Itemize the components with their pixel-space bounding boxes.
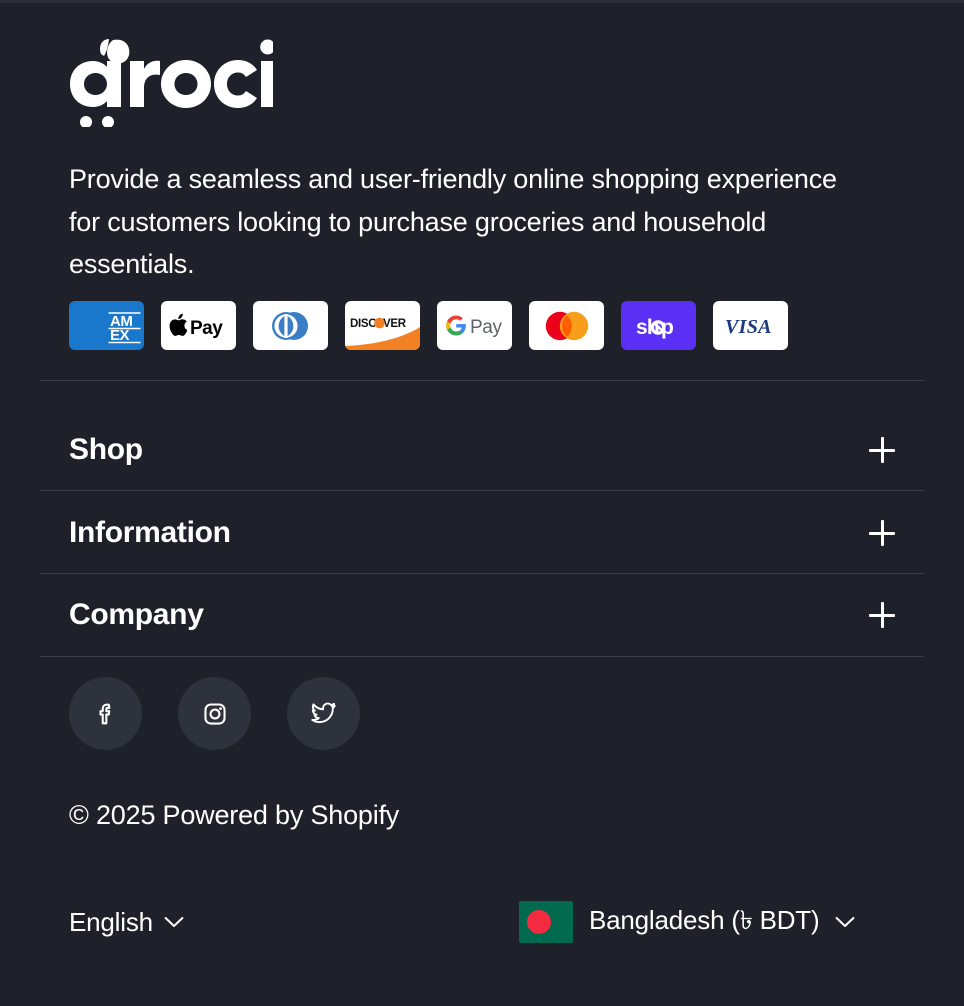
mastercard-card-icon [529,301,604,350]
amex-card-icon: AM EX [69,301,144,350]
plus-icon[interactable] [869,520,895,546]
accordion-shop-label: Shop [69,433,143,466]
social-link-twitter[interactable] [287,677,360,750]
copyright-text: © 2025 Powered by Shopify [69,800,400,830]
diners-club-card-icon [253,301,328,350]
instagram-icon [203,702,226,725]
facebook-icon [98,703,110,724]
payment-methods-list: AM EX Pay DISC VER Pay sh p VISA [69,301,788,350]
shop-pay-card-icon: sh p [621,301,696,350]
divider-above-shop [40,380,924,381]
divider-below-company [40,656,924,657]
chevron-down-icon [164,917,184,927]
svg-text:sh: sh [636,316,659,339]
chevron-down-icon [836,917,855,927]
svg-text:Pay: Pay [190,318,223,339]
google-pay-card-icon: Pay [437,301,512,350]
language-selector[interactable]: English [69,907,184,938]
apple-pay-card-icon: Pay [161,301,236,350]
svg-text:VER: VER [383,318,407,330]
locale-bar: English Bangladesh (৳ BDT) [40,896,924,948]
accordion-company-label: Company [69,598,204,631]
plus-icon[interactable] [869,602,895,628]
svg-text:Pay: Pay [470,317,502,338]
footer-tagline: Provide a seamless and user-friendly onl… [69,164,837,279]
bangladesh-flag-icon [519,901,573,943]
svg-text:DISC: DISC [350,318,376,330]
svg-text:VISA: VISA [725,316,772,338]
accordion-information[interactable]: Information [40,492,924,574]
discover-card-icon: DISC VER [345,301,420,350]
plus-icon[interactable] [869,437,895,463]
accordion-information-label: Information [69,516,231,549]
brand-logo[interactable] [68,33,273,127]
country-currency-selector[interactable]: Bangladesh (৳ BDT) [519,900,855,944]
social-link-facebook[interactable] [69,677,142,750]
social-link-instagram[interactable] [178,677,251,750]
top-hairline [0,0,964,3]
accordion-company[interactable]: Company [40,574,924,656]
accordion-shop[interactable]: Shop [40,409,924,491]
country-currency-label: Bangladesh (৳ BDT) [589,905,820,935]
social-links [69,677,360,750]
visa-card-icon: VISA [713,301,788,350]
twitter-icon [311,702,336,724]
language-selector-label: English [69,906,153,937]
svg-text:EX: EX [110,327,130,344]
site-footer: Provide a seamless and user-friendly onl… [0,0,964,1006]
